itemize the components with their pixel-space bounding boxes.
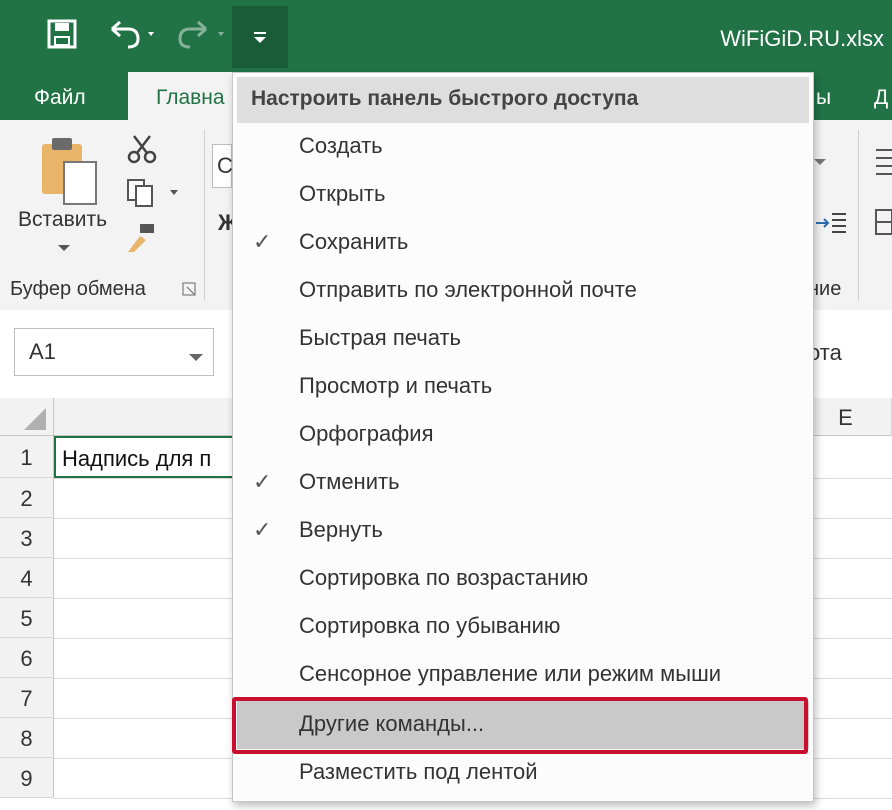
- tab-home[interactable]: Главна: [128, 72, 248, 120]
- row-header-4[interactable]: 4: [0, 558, 54, 598]
- paste-icon[interactable]: [38, 134, 100, 211]
- menu-item-touch-mode[interactable]: Сенсорное управление или режим мыши: [233, 651, 813, 699]
- row-header-2[interactable]: 2: [0, 478, 54, 518]
- row-header-6[interactable]: 6: [0, 638, 54, 678]
- customize-qat-icon[interactable]: [232, 6, 288, 68]
- cell-a1[interactable]: Надпись для п: [54, 436, 254, 478]
- check-icon: ✓: [253, 469, 272, 494]
- paste-dropdown-icon[interactable]: [58, 240, 70, 258]
- check-icon: ✓: [253, 229, 272, 254]
- menu-item-email[interactable]: Отправить по электронной почте: [233, 267, 813, 315]
- cells-icon[interactable]: [874, 206, 892, 243]
- group-divider: [204, 130, 205, 300]
- menu-item-undo[interactable]: ✓ Отменить: [233, 459, 813, 507]
- cell-a1-value: Надпись для п: [62, 446, 212, 471]
- number-format-icon[interactable]: [874, 146, 892, 183]
- row-header-5[interactable]: 5: [0, 598, 54, 638]
- menu-item-below-ribbon[interactable]: Разместить под лентой: [233, 749, 813, 797]
- chevron-down-icon[interactable]: [189, 349, 203, 367]
- format-painter-icon[interactable]: [126, 222, 158, 259]
- wrap-text-icon[interactable]: [814, 210, 848, 241]
- dropdown-arrow-icon[interactable]: [814, 154, 826, 172]
- name-box[interactable]: A1: [14, 328, 214, 376]
- check-icon: ✓: [253, 517, 272, 542]
- select-all-corner[interactable]: [0, 398, 54, 436]
- menu-item-create[interactable]: Создать: [233, 123, 813, 171]
- menu-item-spelling[interactable]: Орфография: [233, 411, 813, 459]
- row-header-3[interactable]: 3: [0, 518, 54, 558]
- menu-item-sort-asc[interactable]: Сортировка по возрастанию: [233, 555, 813, 603]
- copy-icon[interactable]: [126, 178, 182, 213]
- row-header-8[interactable]: 8: [0, 718, 54, 758]
- menu-header: Настроить панель быстрого доступа: [237, 77, 809, 123]
- row-header-9[interactable]: 9: [0, 758, 54, 798]
- row-header-7[interactable]: 7: [0, 678, 54, 718]
- highlight-frame: [232, 697, 808, 754]
- tab-partial[interactable]: ы: [816, 72, 836, 120]
- undo-icon[interactable]: [100, 10, 164, 58]
- save-icon[interactable]: [36, 10, 88, 58]
- title-bar: WiFiGiD.RU.xlsx: [0, 0, 892, 72]
- menu-item-sort-desc[interactable]: Сортировка по убыванию: [233, 603, 813, 651]
- clipboard-group-label: Буфер обмена: [10, 278, 146, 300]
- dialog-launcher-icon[interactable]: [182, 282, 196, 301]
- menu-item-quick-print[interactable]: Быстрая печать: [233, 315, 813, 363]
- redo-icon[interactable]: [170, 10, 234, 58]
- menu-item-open[interactable]: Открыть: [233, 171, 813, 219]
- paste-label[interactable]: Вставить: [18, 208, 107, 232]
- group-divider-2: [858, 130, 859, 300]
- tab-partial-2[interactable]: Д: [874, 72, 892, 120]
- menu-item-print-preview[interactable]: Просмотр и печать: [233, 363, 813, 411]
- font-name-box[interactable]: С: [212, 144, 233, 188]
- tab-file[interactable]: Файл: [34, 72, 104, 120]
- customize-qat-menu: Настроить панель быстрого доступа Создат…: [232, 72, 814, 802]
- window-title: WiFiGiD.RU.xlsx: [720, 26, 884, 51]
- menu-item-redo[interactable]: ✓ Вернуть: [233, 507, 813, 555]
- name-box-value: A1: [29, 339, 56, 364]
- menu-item-save[interactable]: ✓ Сохранить: [233, 219, 813, 267]
- row-header-1[interactable]: 1: [0, 436, 54, 478]
- cut-icon[interactable]: [126, 134, 158, 169]
